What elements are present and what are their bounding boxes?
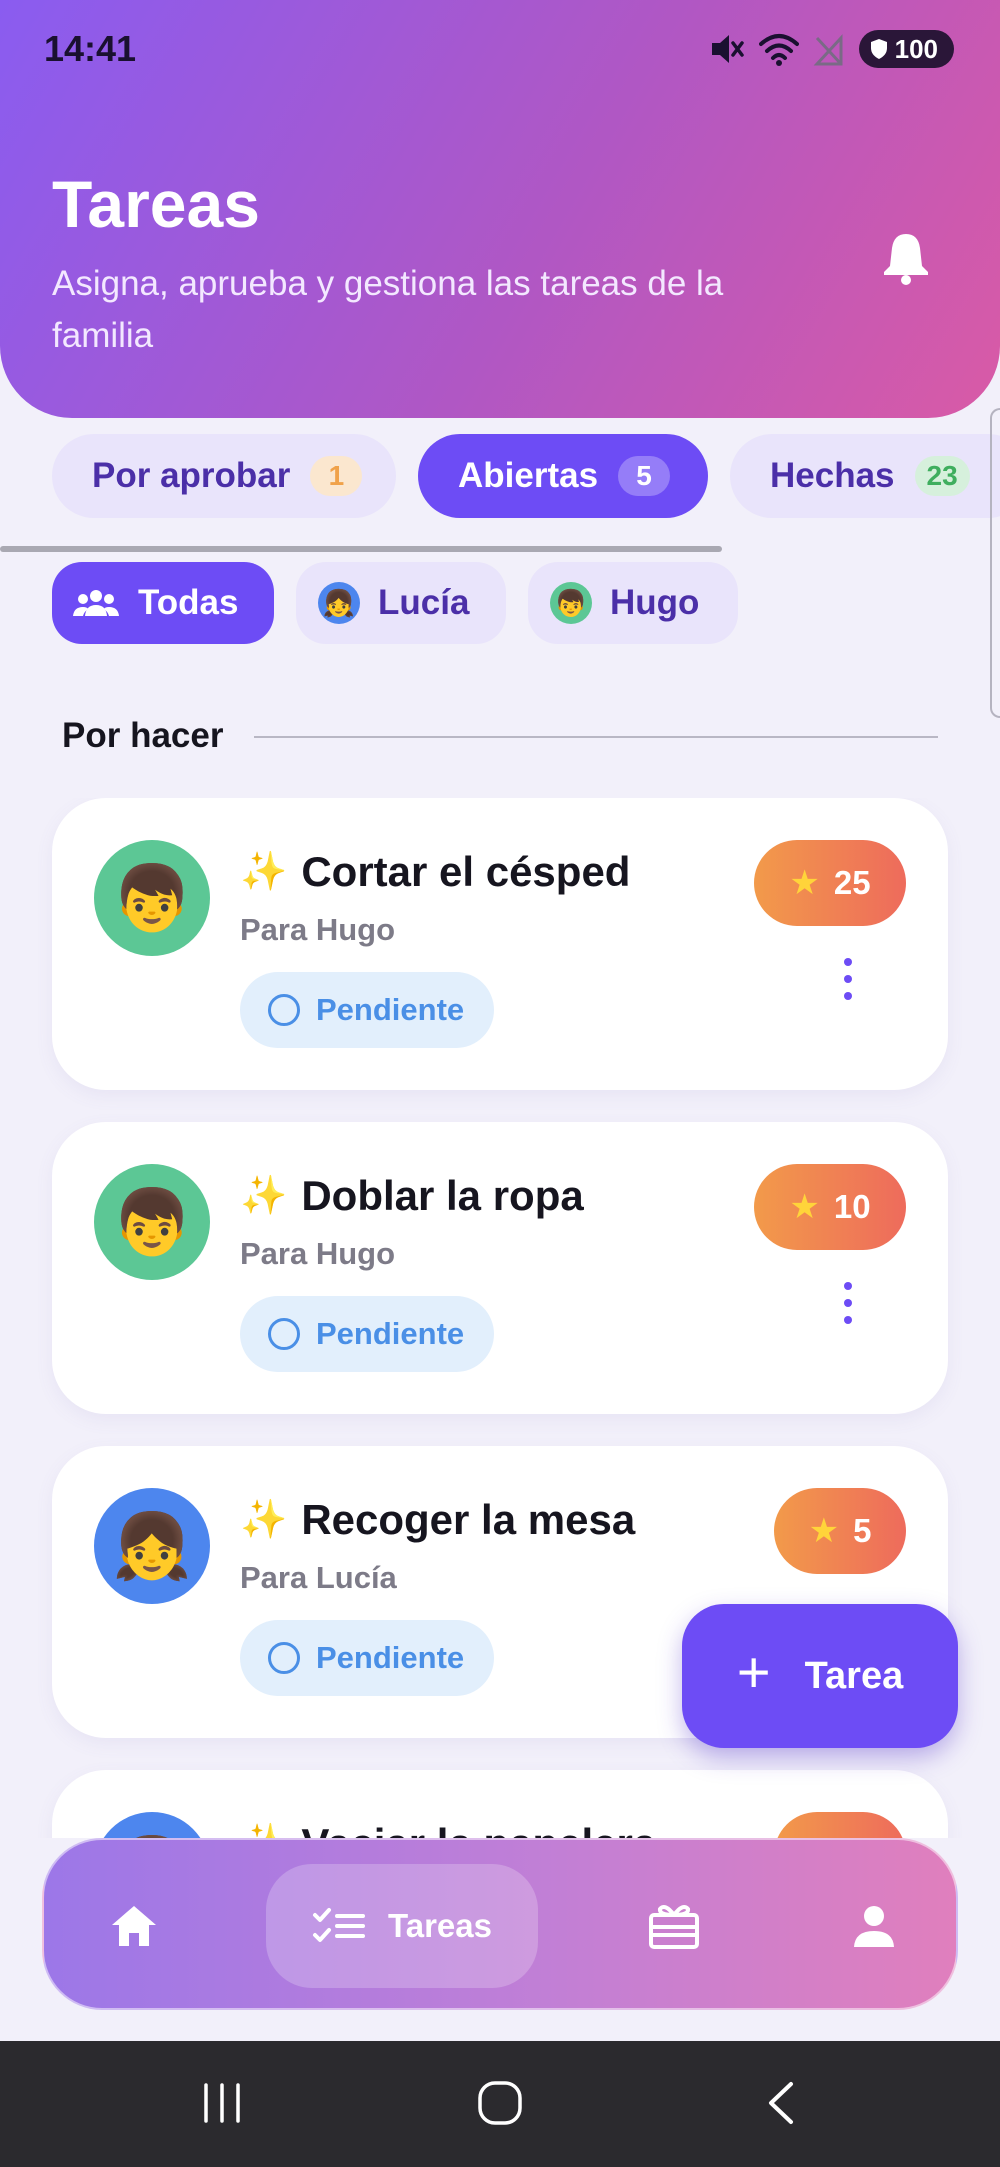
points-badge xyxy=(774,1812,906,1838)
tab-label: Por aprobar xyxy=(92,456,291,495)
nav-tareas-label: Tareas xyxy=(388,1907,492,1944)
shield-icon xyxy=(870,39,887,59)
task-card[interactable]: 👧 ✨ Vaciar la papelera xyxy=(52,1770,948,1838)
back-chevron-icon xyxy=(769,2082,793,2124)
recent-apps-icon xyxy=(204,2083,240,2123)
task-assignee: Para Lucía xyxy=(240,1560,397,1595)
tab-count-badge: 5 xyxy=(618,456,671,496)
status-tabs: Por aprobar 1 Abiertas 5 Hechas 23 xyxy=(0,434,1000,520)
page-title: Tareas xyxy=(52,167,260,241)
status-icons: 100 xyxy=(709,30,954,68)
wifi-icon xyxy=(758,34,799,66)
battery-level: 100 xyxy=(894,33,938,64)
section-divider xyxy=(254,736,938,738)
filter-label: Hugo xyxy=(610,583,700,622)
points-value: 25 xyxy=(833,864,871,901)
tab-hechas[interactable]: Hechas 23 xyxy=(730,434,1000,518)
gift-icon xyxy=(649,1905,699,1949)
filter-todas[interactable]: Todas xyxy=(52,562,274,644)
recent-apps-button[interactable] xyxy=(196,2077,248,2129)
task-title-text: Recoger la mesa xyxy=(301,1496,636,1543)
home-button[interactable] xyxy=(474,2077,526,2129)
task-title-text: Doblar la ropa xyxy=(301,1172,584,1219)
task-title: ✨ Cortar el césped xyxy=(240,848,630,896)
points-badge: ★ 25 xyxy=(754,840,906,926)
sparkles-icon: ✨ xyxy=(240,1175,288,1217)
lucia-avatar: 👧 xyxy=(318,582,360,624)
sparkles-icon: ✨ xyxy=(240,851,288,893)
task-assignee: Para Hugo xyxy=(240,1236,396,1271)
task-title-text: Cortar el césped xyxy=(301,848,631,895)
task-title: ✨ Recoger la mesa xyxy=(240,1496,635,1544)
tab-label: Abiertas xyxy=(458,456,599,495)
task-card[interactable]: 👦 ✨ Doblar la ropa Para Hugo Pendiente ★… xyxy=(52,1122,948,1414)
tab-count-badge: 1 xyxy=(310,456,363,496)
avatar: 👦 xyxy=(94,1164,210,1280)
star-icon: ★ xyxy=(789,1188,820,1226)
section-title: Por hacer xyxy=(62,716,224,755)
home-icon xyxy=(112,1906,156,1946)
pending-circle-icon xyxy=(268,1318,300,1350)
points-value: 10 xyxy=(833,1188,871,1225)
filter-lucia[interactable]: 👧 Lucía xyxy=(296,562,506,644)
bell-icon[interactable] xyxy=(880,230,932,286)
nav-home[interactable] xyxy=(84,1864,184,1988)
hugo-avatar: 👦 xyxy=(550,582,592,624)
status-time: 14:41 xyxy=(44,28,137,69)
nav-profile[interactable] xyxy=(824,1864,924,1988)
status-bar: 14:41 100 xyxy=(0,0,1000,96)
points-badge: ★ 10 xyxy=(754,1164,906,1250)
sparkles-icon: ✨ xyxy=(240,1499,288,1541)
status-label: Pendiente xyxy=(316,1316,465,1351)
filter-label: Lucía xyxy=(378,583,470,622)
back-button[interactable] xyxy=(754,2077,806,2129)
status-badge: Pendiente xyxy=(240,1620,494,1696)
task-title-text: Vaciar la papelera xyxy=(301,1820,656,1838)
plus-icon: + xyxy=(736,1640,771,1705)
more-options-icon[interactable] xyxy=(842,1282,854,1324)
status-badge: Pendiente xyxy=(240,972,494,1048)
home-circle-icon xyxy=(478,2081,522,2125)
filter-label: Todas xyxy=(138,583,239,622)
tab-label: Hechas xyxy=(770,456,895,495)
add-task-label: Tarea xyxy=(804,1654,904,1697)
star-icon: ★ xyxy=(789,864,820,902)
group-icon xyxy=(73,590,119,616)
tab-por-aprobar[interactable]: Por aprobar 1 xyxy=(52,434,396,518)
sparkles-icon: ✨ xyxy=(240,1822,287,1838)
task-assignee: Para Hugo xyxy=(240,912,396,947)
battery-indicator: 100 xyxy=(858,30,954,68)
tab-count-badge: 23 xyxy=(914,456,970,496)
task-title: ✨ Doblar la ropa xyxy=(240,1172,584,1220)
mute-icon xyxy=(711,35,744,63)
member-filters: Todas 👧 Lucía 👦 Hugo xyxy=(0,562,1000,646)
points-value: 5 xyxy=(853,1512,872,1549)
nav-rewards[interactable] xyxy=(624,1864,724,1988)
status-label: Pendiente xyxy=(316,992,465,1027)
tabs-scroll-indicator[interactable] xyxy=(0,546,722,552)
status-badge: Pendiente xyxy=(240,1296,494,1372)
more-options-icon[interactable] xyxy=(842,958,854,1000)
pending-circle-icon xyxy=(268,1642,300,1674)
nav-tareas[interactable]: Tareas xyxy=(266,1864,538,1988)
avatar: 👦 xyxy=(94,840,210,956)
header: 14:41 100 Tareas Asigna, aprueba y gesti… xyxy=(0,0,1000,418)
points-badge: ★ 5 xyxy=(774,1488,906,1574)
star-icon: ★ xyxy=(808,1512,840,1550)
tab-abiertas[interactable]: Abiertas 5 xyxy=(418,434,708,518)
filter-hugo[interactable]: 👦 Hugo xyxy=(528,562,738,644)
avatar: 👧 xyxy=(94,1812,210,1838)
pending-circle-icon xyxy=(268,994,300,1026)
bottom-nav: Tareas xyxy=(42,1838,958,2010)
avatar: 👧 xyxy=(94,1488,210,1604)
add-task-button[interactable]: + Tarea xyxy=(682,1604,958,1748)
person-icon xyxy=(854,1906,894,1947)
task-card[interactable]: 👦 ✨ Cortar el césped Para Hugo Pendiente… xyxy=(52,798,948,1090)
checklist-icon xyxy=(313,1908,366,1942)
status-label: Pendiente xyxy=(316,1640,465,1675)
system-navigation-bar xyxy=(0,2041,1000,2167)
no-signal-icon xyxy=(813,34,843,66)
page-subtitle: Asigna, aprueba y gestiona las tareas de… xyxy=(52,264,724,355)
task-title: ✨ Vaciar la papelera xyxy=(240,1820,656,1838)
